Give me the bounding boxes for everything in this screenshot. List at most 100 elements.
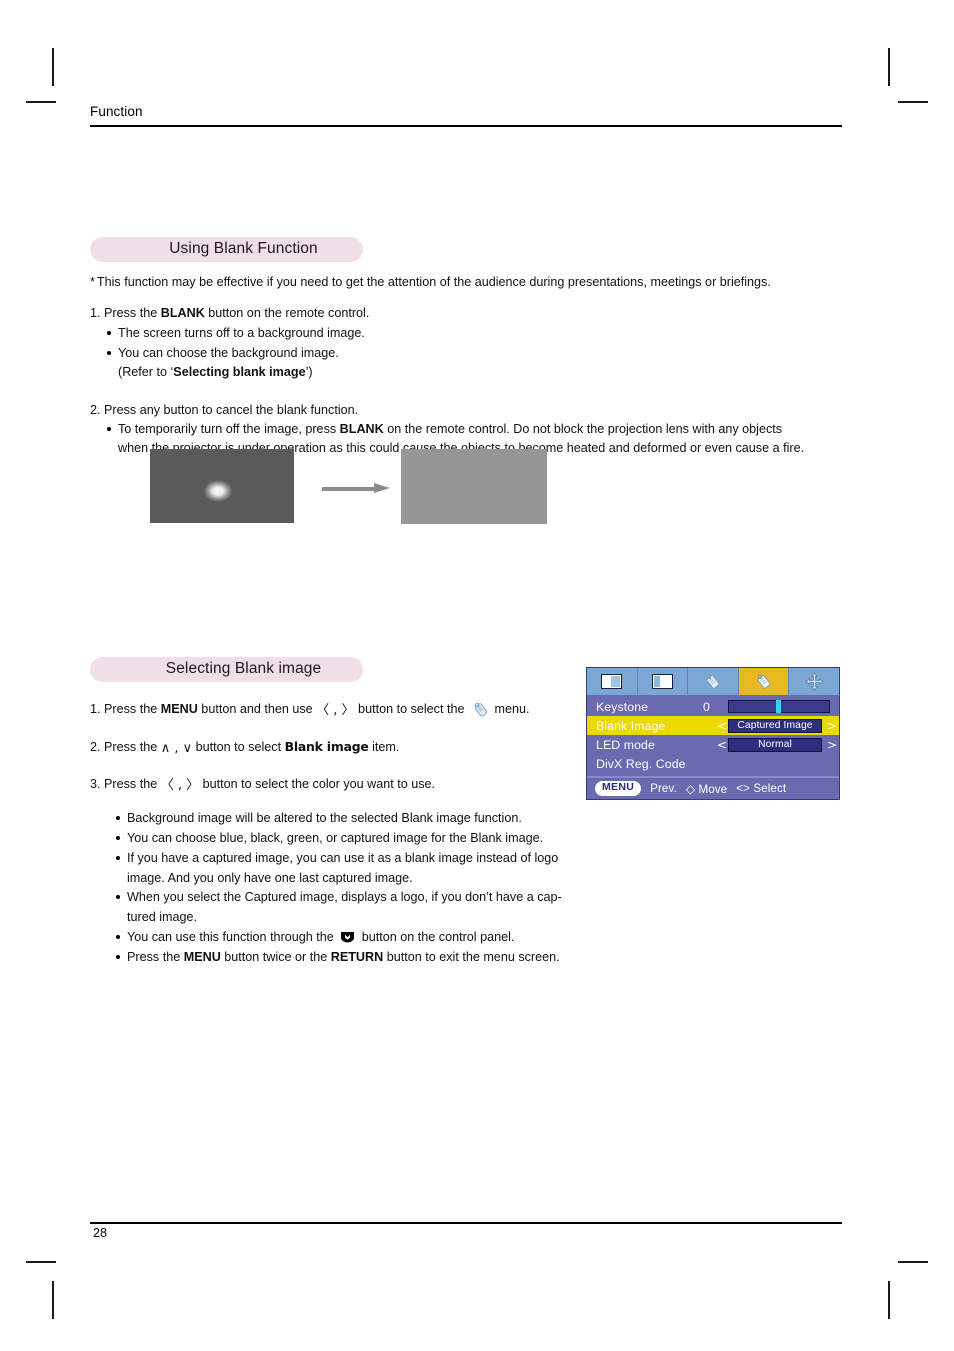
s2step1-p1: Press the <box>104 701 161 716</box>
s2step1-p4: menu. <box>490 701 530 716</box>
bullet-item: You can choose the background image. <box>103 344 842 362</box>
osd-footer-bar: MENU Prev. ◇ Move <> Select <box>587 778 839 799</box>
osd-menu-button[interactable]: MENU <box>595 780 642 797</box>
osd-tab-navigation[interactable] <box>789 668 839 695</box>
chevron-left-icon[interactable]: < <box>717 739 727 751</box>
refer-bold: Selecting blank image <box>173 365 306 380</box>
flower-photo <box>150 449 294 523</box>
osd-row-list: Keystone 0 Blank Image < Captured Image … <box>587 697 839 773</box>
crop-mark-top-right-vertical <box>888 48 890 86</box>
s2step2-bold: Blank image <box>284 738 369 754</box>
osd-led-mode-option[interactable]: Normal <box>728 737 822 752</box>
s2step2-p2: button to select <box>192 739 285 754</box>
s2step1-nav-glyphs: 〈 , 〉 <box>316 702 355 718</box>
bullet-text: You can choose the background image. <box>118 345 339 360</box>
s2step3-number: 3. <box>90 777 101 792</box>
osd-tab-function[interactable] <box>738 668 790 695</box>
arrow-head <box>374 483 390 493</box>
blank-gray-screen <box>401 449 547 524</box>
chevron-left-icon[interactable]: < <box>717 720 727 732</box>
s2step2-number: 2. <box>90 739 101 754</box>
s2step3-p2: button to select the color you want to u… <box>199 777 436 792</box>
osd-option-value: Normal <box>758 739 792 750</box>
osd-row-label: Blank Image <box>596 718 666 733</box>
section1-step1-bullets: The screen turns off to a background ima… <box>103 324 842 382</box>
osd-tab-screen[interactable] <box>638 668 689 695</box>
bullet-bold: BLANK <box>339 422 384 437</box>
slider-thumb[interactable] <box>776 700 781 713</box>
osd-option-value: Captured Image <box>737 720 813 731</box>
note-text: This function may be effective if you ne… <box>96 274 771 289</box>
s2step2-p3: item. <box>368 739 400 754</box>
section1-step-2: 2. Press any button to cancel the blank … <box>90 401 842 419</box>
bullet-item: If you have a captured image, you can us… <box>112 849 842 867</box>
crop-mark-top-right-horizontal <box>898 101 928 103</box>
osd-move-hint: ◇ Move <box>686 782 727 796</box>
blank-function-illustration <box>150 449 570 529</box>
step1-number: 1. <box>90 306 101 321</box>
s2step1-p3: button to select the <box>354 701 468 716</box>
s2step3-nav-glyphs: 〈 , 〉 <box>160 778 200 794</box>
bullet-cont-text: image. And you only have one last captur… <box>127 870 413 885</box>
bullet-continuation: tured image. <box>112 908 842 926</box>
section1-step-1: 1. Press the BLANK button on the remote … <box>90 304 842 322</box>
screen-icon <box>601 674 623 689</box>
s2step2-p1: Press the <box>104 739 161 754</box>
bullet-item: Press the MENU button twice or the RETUR… <box>112 948 842 966</box>
screen-split-fill <box>653 676 661 687</box>
s2step1-p2: button and then use <box>197 701 317 716</box>
osd-move-label: Move <box>698 782 728 796</box>
osd-keystone-slider[interactable] <box>728 700 830 713</box>
bullet-item: The screen turns off to a background ima… <box>103 324 842 342</box>
osd-select-hint: <> Select <box>736 782 786 795</box>
bullet-cont-text: tured image. <box>127 910 198 925</box>
section1-note: * This function may be effective if you n… <box>90 273 842 291</box>
osd-row-label: LED mode <box>596 737 655 752</box>
osd-select-label: Select <box>753 782 787 795</box>
section-heading-using-blank-function: Using Blank Function <box>90 236 363 262</box>
refer-after: ’) <box>305 365 313 380</box>
running-head: Function <box>90 104 143 119</box>
osd-row-keystone[interactable]: Keystone 0 <box>587 697 839 716</box>
osd-row-led-mode[interactable]: LED mode < Normal > <box>587 735 839 754</box>
osd-tab-audio[interactable] <box>688 668 739 695</box>
osd-row-blank-image[interactable]: Blank Image < Captured Image > <box>587 716 839 735</box>
footer-rule <box>90 1222 842 1224</box>
bullet-item: To temporarily turn off the image, press… <box>103 420 842 438</box>
osd-keystone-value: 0 <box>703 699 710 714</box>
s2step2-nav-glyphs: ∧ , ∨ <box>160 740 193 756</box>
tool-icon <box>757 674 770 689</box>
crop-mark-top-left-horizontal <box>26 101 56 103</box>
bullet-continuation: image. And you only have one last captur… <box>112 869 842 887</box>
crop-mark-bottom-left-vertical <box>52 1281 54 1319</box>
bullet-item: You can choose blue, black, green, or ca… <box>112 829 842 847</box>
section-heading-selecting-blank-image: Selecting Blank image <box>90 656 363 682</box>
step1-text-after: button on the remote control. <box>204 306 370 321</box>
osd-blank-image-option[interactable]: Captured Image <box>728 718 822 733</box>
bullet-part2: on the remote control. Do not block the … <box>383 422 783 437</box>
step1-text-before: Press the <box>104 306 161 321</box>
bullet-part2: button twice or the <box>220 949 331 964</box>
osd-menu-panel: Keystone 0 Blank Image < Captured Image … <box>586 667 840 800</box>
bullet-bold-return: RETURN <box>330 949 384 964</box>
refer-before: (Refer to ‘ <box>118 365 174 380</box>
section2-heading-text: Selecting Blank image <box>165 660 322 678</box>
bullet-part1: Press the <box>127 949 184 964</box>
tool-icon <box>471 701 488 717</box>
bullet-item-control-panel: You can use this function through the bu… <box>112 928 842 946</box>
select-chevrons-icon: <> <box>736 782 751 795</box>
bullet-refer-line: (Refer to ‘Selecting blank image’) <box>103 363 842 381</box>
bullet-text: When you select the Captured image, disp… <box>127 890 562 905</box>
note-asterisk: * <box>90 274 95 289</box>
section2-bullets: Background image will be altered to the … <box>112 809 842 966</box>
step1-bold: BLANK <box>160 306 205 321</box>
osd-row-divx-reg-code[interactable]: DivX Reg. Code <box>587 754 839 773</box>
crop-mark-top-left-vertical <box>52 48 54 86</box>
right-arrow-icon <box>322 483 390 494</box>
page-content: Function Using Blank Function * This func… <box>90 104 842 966</box>
four-arrows-icon <box>804 672 824 691</box>
s2step1-number: 1. <box>90 701 101 716</box>
chevron-right-icon[interactable]: > <box>827 739 837 751</box>
chevron-right-icon[interactable]: > <box>827 720 837 732</box>
osd-tab-picture[interactable] <box>587 668 638 695</box>
